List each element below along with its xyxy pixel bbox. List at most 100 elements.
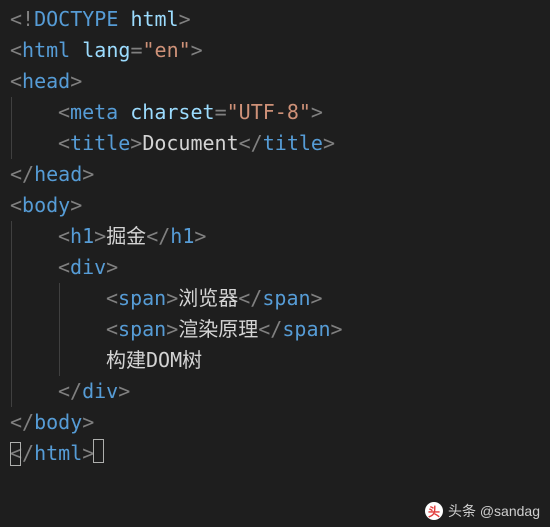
token-punct: </ [10,410,34,434]
code-line[interactable]: </head> [0,159,550,190]
token-attr-name: charset [130,100,214,124]
token-tag: html [34,441,82,465]
token-tag: span [118,286,166,310]
line-content: <span>浏览器</span> [10,286,323,310]
line-content: </head> [10,162,94,186]
token-tag: h1 [70,224,94,248]
token-punct: > [118,379,130,403]
token-punct: </ [239,131,263,155]
code-line[interactable]: <meta charset="UTF-8"> [0,97,550,128]
token-punct: > [311,286,323,310]
token-tag: DOCTYPE [34,7,118,31]
token-punct: > [70,69,82,93]
token-punct: > [130,131,142,155]
indent-guide [11,314,12,345]
token-tag: span [262,286,310,310]
line-content: </html> [10,441,94,465]
token-tag: head [34,162,82,186]
token-punct: </ [238,286,262,310]
code-line[interactable]: <!DOCTYPE html> [0,4,550,35]
line-content: <div> [10,255,118,279]
line-content: </div> [10,379,130,403]
line-content: 构建DOM树 [10,348,202,372]
token-punct: > [70,193,82,217]
token-punct: > [323,131,335,155]
indent-guide [59,345,60,376]
token-tag: meta [70,100,118,124]
token-punct: < [106,286,118,310]
code-editor[interactable]: <!DOCTYPE html><html lang="en"><head><me… [0,0,550,473]
token-tag: body [34,410,82,434]
code-line[interactable]: <head> [0,66,550,97]
indent-guide [11,283,12,314]
code-line[interactable]: <div> [0,252,550,283]
token-punct: </ [10,162,34,186]
token-tag: title [70,131,130,155]
indent-guide [11,376,12,407]
line-content: <html lang="en"> [10,38,203,62]
token-punct: > [82,162,94,186]
token-punct: < [58,131,70,155]
line-content: <title>Document</title> [10,131,335,155]
token-punct: < [58,255,70,279]
token-punct: < [58,224,70,248]
line-content: <head> [10,69,82,93]
token-punct: > [179,7,191,31]
token-tag: span [282,317,330,341]
indent-guide [11,345,12,376]
token-punct: </ [58,379,82,403]
indent-guide [59,314,60,345]
code-line[interactable]: </body> [0,407,550,438]
code-line[interactable]: <html lang="en"> [0,35,550,66]
toutiao-logo-icon: 头 [425,502,443,520]
token-attr-name: lang [82,38,130,62]
token-tag: h1 [170,224,194,248]
token-text: 浏览器 [178,286,238,310]
code-line[interactable]: <body> [0,190,550,221]
token-punct: > [311,100,323,124]
token-punct: > [106,255,118,279]
code-line[interactable]: 构建DOM树 [0,345,550,376]
token-tag: body [22,193,70,217]
token-text: 渲染原理 [178,317,258,341]
code-line[interactable]: <span>浏览器</span> [0,283,550,314]
token-punct: < [10,38,22,62]
indent-guide [59,283,60,314]
token-attr-value: "en" [142,38,190,62]
token-tag: div [82,379,118,403]
token-punct: </ [146,224,170,248]
token-attr-value: "UTF-8" [227,100,311,124]
token-attr-name: html [130,7,178,31]
token-punct: > [191,38,203,62]
token-punct: < [106,317,118,341]
token-punct: </ [258,317,282,341]
code-line[interactable]: <span>渲染原理</span> [0,314,550,345]
watermark: 头 头条 @sandag [425,501,540,521]
line-content: <h1>掘金</h1> [10,224,206,248]
token-tag: title [263,131,323,155]
token-punct: <! [10,7,34,31]
token-punct: > [82,410,94,434]
line-content: <meta charset="UTF-8"> [10,100,323,124]
token-punct: > [166,317,178,341]
token-text: 构建DOM树 [106,348,202,372]
code-line[interactable]: </html> [0,438,550,469]
token-tag: span [118,317,166,341]
token-punct: > [331,317,343,341]
code-line[interactable]: <title>Document</title> [0,128,550,159]
token-text: Document [142,131,238,155]
token-punct: < [10,69,22,93]
token-tag: html [22,38,70,62]
token-punct: < [10,193,22,217]
token-tag: head [22,69,70,93]
token-punct: = [130,38,142,62]
token-text [118,100,130,124]
token-text [70,38,82,62]
token-text [118,7,130,31]
cursor [93,439,104,463]
line-content: </body> [10,410,94,434]
indent-guide [11,128,12,159]
code-line[interactable]: </div> [0,376,550,407]
indent-guide [11,97,12,128]
code-line[interactable]: <h1>掘金</h1> [0,221,550,252]
